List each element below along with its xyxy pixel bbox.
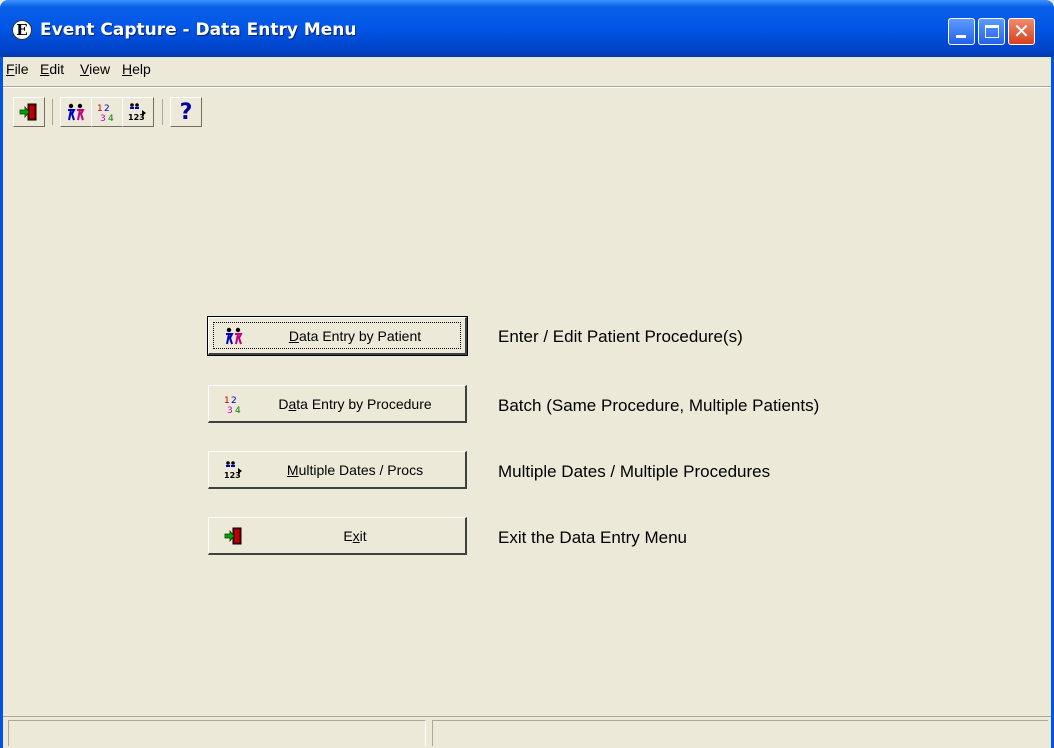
button-label: Data Entry by Procedure: [278, 396, 432, 412]
menu-edit-accel: E: [40, 61, 50, 77]
svg-text:3: 3: [227, 406, 233, 414]
button-label: Data Entry by Patient: [288, 328, 422, 344]
svg-text:1: 1: [97, 104, 103, 114]
toolbar-separator: [52, 99, 53, 125]
menu-view-accel: V: [80, 61, 90, 77]
minimize-button[interactable]: [948, 18, 975, 45]
exit-button[interactable]: Exit: [208, 517, 467, 555]
procedure-description: Batch (Same Procedure, Multiple Patients…: [498, 396, 820, 415]
close-icon: ✕: [1013, 19, 1030, 43]
button-label: Exit: [343, 528, 367, 544]
status-pane-right: [432, 720, 1048, 746]
menu-edit-label: dit: [49, 61, 65, 77]
title-bar[interactable]: E Event Capture - Data Entry Menu ✕: [0, 0, 1054, 57]
multiple-dates-procs-button[interactable]: 123 Multiple Dates / Procs: [208, 451, 467, 489]
menu-help-accel: H: [122, 61, 133, 77]
patients-icon: [68, 103, 85, 121]
maximize-button[interactable]: [978, 18, 1005, 45]
menu-bar: File Edit View Help: [3, 57, 1051, 85]
exit-door-icon: [223, 526, 245, 546]
exit-door-icon: [19, 103, 37, 121]
app-icon[interactable]: E: [12, 20, 32, 40]
status-pane-left: [8, 720, 426, 746]
menu-help-label: elp: [132, 61, 151, 77]
toolbar-separator: [162, 99, 163, 125]
svg-text:4: 4: [108, 114, 114, 122]
exit-description: Exit the Data Entry Menu: [498, 528, 687, 547]
patient-description: Enter / Edit Patient Procedure(s): [498, 327, 743, 346]
svg-text:4: 4: [235, 406, 241, 414]
toolbar-procedure-button[interactable]: 1 2 3 4: [91, 97, 123, 127]
patients-icon: [223, 326, 245, 346]
menu-help[interactable]: Help: [122, 61, 151, 77]
procedure-numbers-icon: 1 2 3 4: [223, 394, 245, 414]
svg-text:1: 1: [224, 396, 230, 406]
data-entry-by-patient-button[interactable]: Data Entry by Patient: [207, 316, 468, 356]
svg-text:3: 3: [100, 114, 106, 122]
menu-file-label: ile: [14, 61, 29, 77]
menu-file-accel: F: [6, 61, 15, 77]
toolbar-exit-button[interactable]: [13, 97, 45, 127]
window-title: Event Capture - Data Entry Menu: [40, 20, 357, 40]
minimize-icon: [956, 35, 966, 38]
menu-divider-highlight: [3, 87, 1051, 88]
multiple-dates-icon: 123: [128, 103, 146, 122]
menu-edit[interactable]: Edit: [40, 61, 64, 77]
menu-view[interactable]: View: [80, 61, 110, 77]
menu-view-label: iew: [89, 61, 111, 77]
maximize-icon: [985, 25, 999, 38]
menu-file[interactable]: File: [6, 61, 29, 77]
toolbar-help-button[interactable]: ?: [170, 97, 202, 127]
multiple-description: Multiple Dates / Multiple Procedures: [498, 462, 771, 481]
close-button[interactable]: ✕: [1008, 18, 1035, 45]
button-label: Multiple Dates / Procs: [286, 462, 424, 478]
procedure-numbers-icon: 1 2 3 4: [97, 104, 114, 122]
toolbar-multiple-button[interactable]: 123: [122, 97, 154, 127]
data-entry-by-procedure-button[interactable]: 1 2 3 4 Data Entry by Procedure: [208, 385, 467, 423]
status-bar-divider: [3, 716, 1051, 717]
svg-text:2: 2: [231, 396, 237, 406]
svg-text:2: 2: [104, 104, 110, 114]
help-icon: ?: [179, 99, 193, 125]
multiple-dates-icon: 123: [223, 460, 245, 480]
toolbar-patient-button[interactable]: [60, 97, 92, 127]
